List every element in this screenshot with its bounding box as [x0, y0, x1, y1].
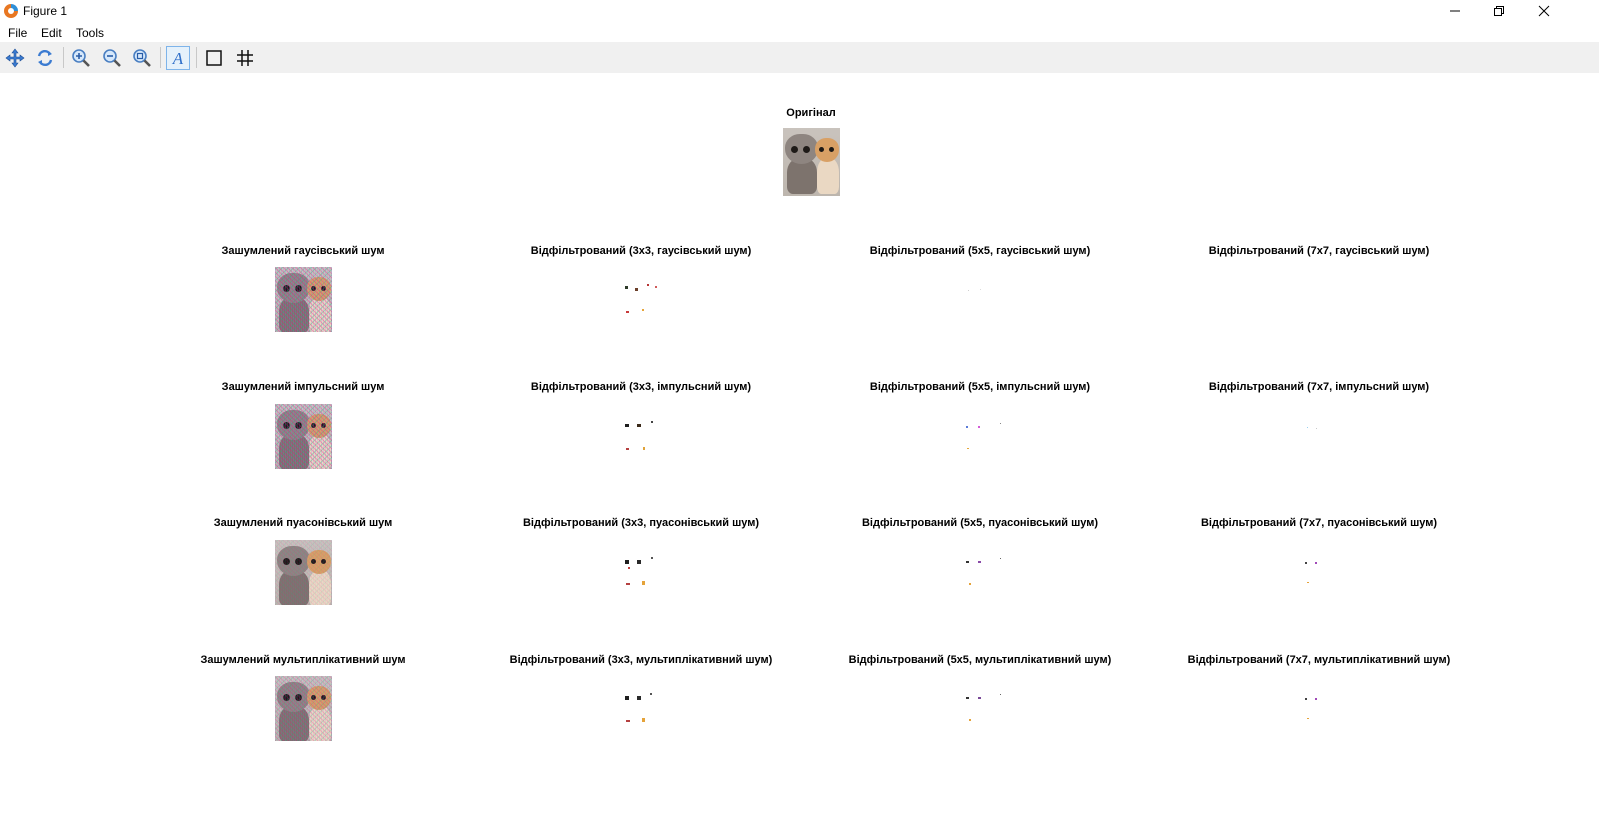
menu-file[interactable]: File: [8, 26, 27, 40]
axes-title-filtered-5x5-multiplicative: Відфільтрований (5x5, мультиплікативний …: [848, 654, 1112, 666]
toolbar-separator: [196, 47, 197, 68]
axes-title-filtered-7x7-gaussian: Відфільтрований (7x7, гаусівський шум): [1208, 245, 1430, 257]
app-icon: [3, 3, 19, 19]
toolbar-separator: [160, 47, 161, 68]
menu-bar: File Edit Tools: [0, 22, 1599, 42]
menu-tools[interactable]: Tools: [76, 26, 104, 40]
toolbar-separator: [63, 47, 64, 68]
close-button[interactable]: [1521, 0, 1567, 22]
zoom-in-icon[interactable]: [69, 46, 93, 70]
axes-title-filtered-5x5-impulse: Відфільтрований (5x5, імпульсний шум): [869, 381, 1091, 393]
minimize-button[interactable]: [1432, 0, 1478, 22]
axes-title-noisy-multiplicative: Зашумлений мультиплікативний шум: [200, 654, 406, 666]
restore-button[interactable]: [1476, 0, 1522, 22]
box-icon[interactable]: [202, 46, 226, 70]
noisy-multiplicative-image: [275, 676, 332, 741]
axes-title-noisy-impulse: Зашумлений імпульсний шум: [221, 381, 385, 393]
text-icon[interactable]: A: [166, 46, 190, 70]
axes-title-filtered-7x7-poisson: Відфільтрований (7x7, пуасонівський шум): [1200, 517, 1438, 529]
toolbar: A: [0, 42, 1599, 73]
title-bar: Figure 1: [0, 0, 1599, 22]
filtered-3x3-gaussian-image: [620, 278, 670, 323]
filtered-7x7-gaussian-image: [1298, 278, 1348, 323]
axes-title-filtered-3x3-impulse: Відфільтрований (3x3, імпульсний шум): [530, 381, 752, 393]
zoom-reset-icon[interactable]: [130, 46, 154, 70]
filtered-5x5-poisson-image: [960, 551, 1010, 596]
noisy-impulse-image: [275, 404, 332, 469]
figure-canvas: Оригінал Зашумлений гаусівський шум Відф…: [0, 73, 1599, 822]
axes-title-filtered-5x5-gaussian: Відфільтрований (5x5, гаусівський шум): [869, 245, 1091, 257]
filtered-7x7-poisson-image: [1298, 551, 1348, 596]
zoom-out-icon[interactable]: [100, 46, 124, 70]
noisy-gaussian-image: [275, 267, 332, 332]
axes-title-filtered-3x3-gaussian: Відфільтрований (3x3, гаусівський шум): [530, 245, 752, 257]
axes-title-original: Оригінал: [786, 107, 836, 119]
noisy-poisson-image: [275, 540, 332, 605]
filtered-7x7-impulse-image: [1298, 415, 1348, 460]
grid-icon[interactable]: [233, 46, 257, 70]
axes-title-filtered-7x7-multiplicative: Відфільтрований (7x7, мультиплікативний …: [1187, 654, 1451, 666]
filtered-7x7-multiplicative-image: [1298, 687, 1348, 732]
axes-title-noisy-gaussian: Зашумлений гаусівський шум: [221, 245, 385, 257]
axes-title-filtered-7x7-impulse: Відфільтрований (7x7, імпульсний шум): [1208, 381, 1430, 393]
axes-title-filtered-5x5-poisson: Відфільтрований (5x5, пуасонівський шум): [861, 517, 1099, 529]
window-title: Figure 1: [23, 4, 68, 18]
filtered-3x3-poisson-image: [620, 551, 670, 596]
pan-icon[interactable]: [3, 46, 27, 70]
filtered-5x5-multiplicative-image: [960, 687, 1010, 732]
filtered-3x3-impulse-image: [620, 415, 670, 460]
filtered-5x5-impulse-image: [960, 415, 1010, 460]
rotate-icon[interactable]: [33, 46, 57, 70]
filtered-3x3-multiplicative-image: [620, 687, 670, 732]
axes-title-noisy-poisson: Зашумлений пуасонівський шум: [213, 517, 393, 529]
svg-text:A: A: [172, 49, 184, 68]
axes-title-filtered-3x3-poisson: Відфільтрований (3x3, пуасонівський шум): [522, 517, 760, 529]
filtered-5x5-gaussian-image: [960, 278, 1010, 323]
axes-title-filtered-3x3-multiplicative: Відфільтрований (3x3, мультиплікативний …: [509, 654, 773, 666]
original-image: [783, 128, 840, 196]
menu-edit[interactable]: Edit: [41, 26, 62, 40]
